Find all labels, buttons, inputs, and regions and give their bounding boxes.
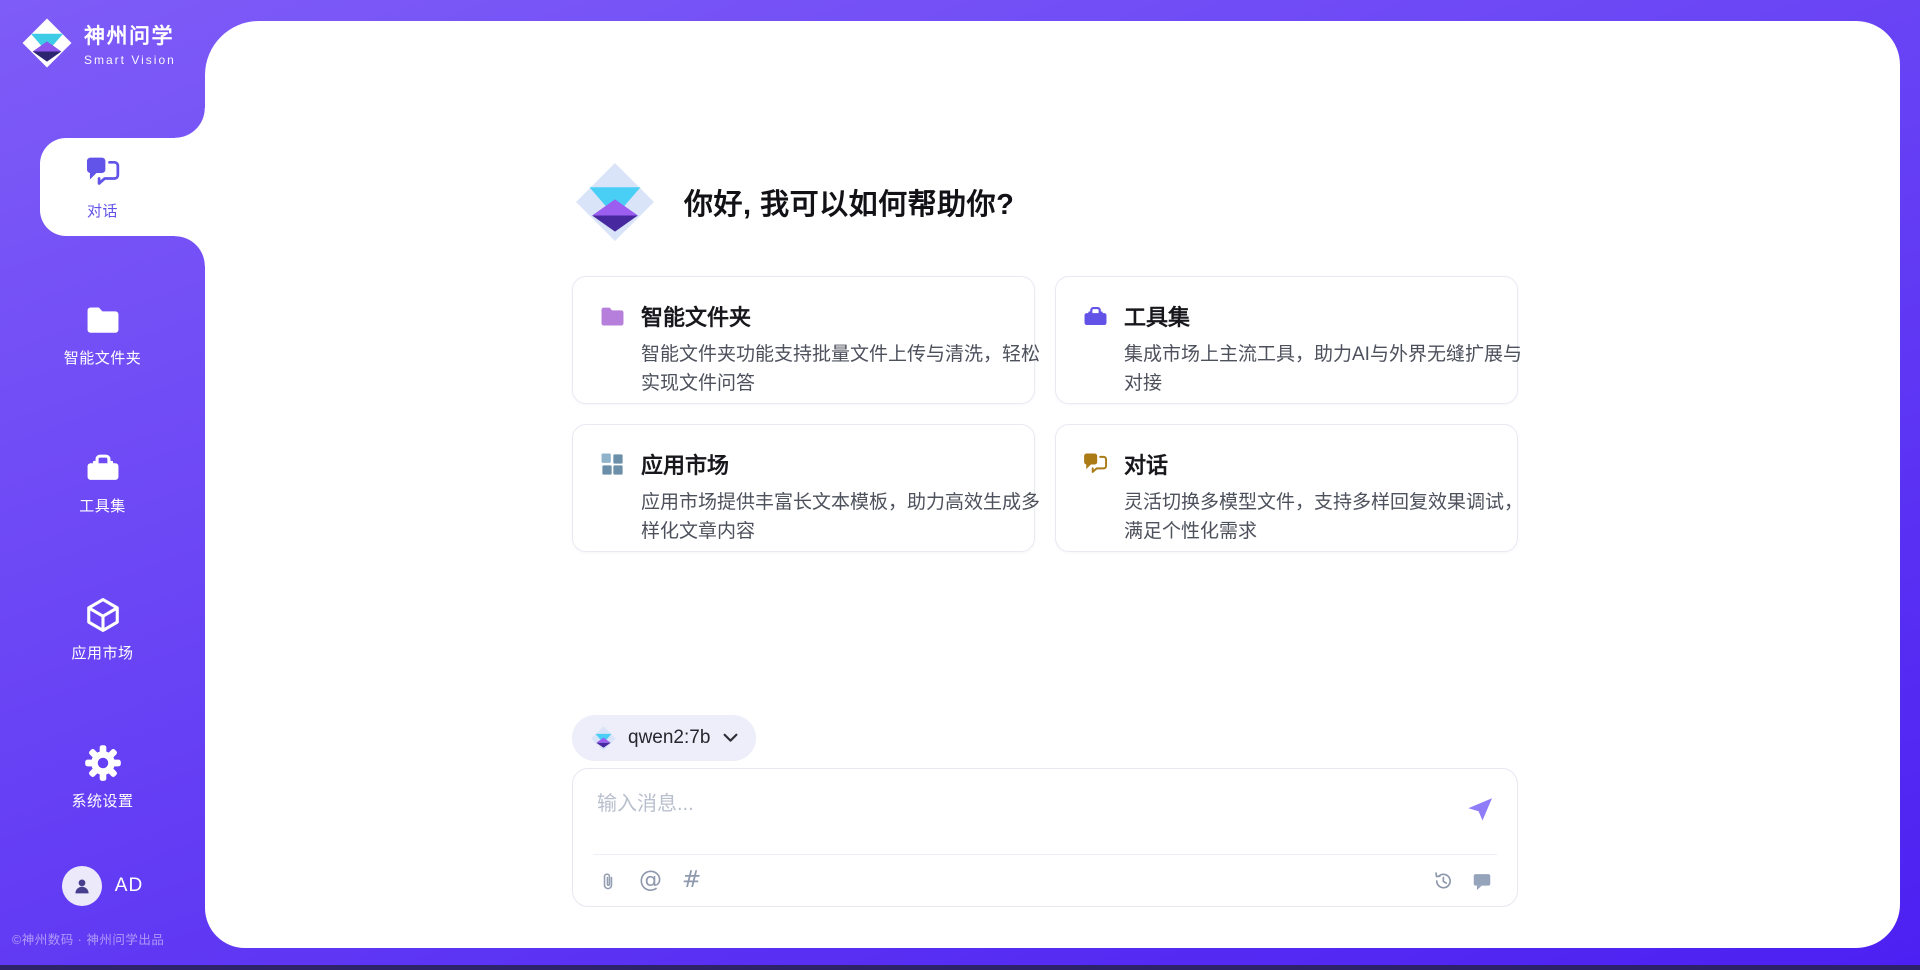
send-button[interactable] (1465, 794, 1495, 824)
blocks-icon (599, 451, 626, 478)
sidebar-item-label: 智能文件夹 (64, 347, 142, 368)
sidebar-item-label: 工具集 (79, 495, 126, 516)
send-icon (1465, 794, 1495, 824)
greeting: 你好, 我可以如何帮助你? (572, 159, 1014, 245)
user-profile[interactable]: AD (0, 866, 205, 906)
feedback-icon[interactable] (1471, 870, 1493, 892)
card-title: 智能文件夹 (641, 300, 751, 332)
mention-icon[interactable]: @ (639, 869, 662, 892)
sidebar-footer: ©神州数码 · 神州问学出品 (12, 929, 164, 948)
sidebar-item-label: 系统设置 (71, 790, 133, 811)
sidebar-item-chat[interactable]: 对话 (0, 141, 205, 233)
history-icon[interactable] (1432, 870, 1454, 892)
brand-diamond-icon (590, 725, 617, 752)
brand-diamond-icon (20, 16, 74, 70)
toolbox-icon (84, 449, 122, 487)
brand-logo: 神州问学 Smart Vision (20, 16, 176, 70)
main-panel: 你好, 我可以如何帮助你? 智能文件夹 智能文件夹功能支持批量文件上传与清洗，轻… (205, 21, 1900, 948)
card-title: 工具集 (1124, 300, 1190, 332)
sidebar-item-label: 对话 (87, 200, 118, 221)
avatar (62, 866, 102, 906)
card-app-market[interactable]: 应用市场 应用市场提供丰富长文本模板，助力高效生成多样化文章内容 (572, 424, 1035, 552)
composer-right-actions (1432, 870, 1493, 892)
brand-text: 神州问学 Smart Vision (84, 20, 176, 67)
card-title: 对话 (1124, 448, 1168, 480)
sidebar-item-label: 应用市场 (71, 642, 133, 663)
greeting-title: 你好, 我可以如何帮助你? (684, 181, 1014, 223)
model-selector[interactable]: qwen2:7b (572, 715, 756, 761)
card-title: 应用市场 (641, 448, 729, 480)
chat-icon (84, 154, 122, 192)
card-chat[interactable]: 对话 灵活切换多模型文件，支持多样回复效果调试，满足个性化需求 (1055, 424, 1518, 552)
folder-icon (84, 301, 122, 339)
message-composer: @ # (572, 768, 1518, 907)
card-description: 集成市场上主流工具，助力AI与外界无缝扩展与对接 (1124, 341, 1528, 398)
feature-cards: 智能文件夹 智能文件夹功能支持批量文件上传与清洗，轻松实现文件问答 工具集 集成… (572, 276, 1518, 552)
window-bottom-edge (0, 965, 1920, 970)
composer-toolbar: @ # (597, 855, 1493, 906)
composer-left-actions: @ # (597, 869, 701, 892)
person-icon (71, 875, 93, 897)
brand-subtitle: Smart Vision (84, 53, 176, 67)
brand-name: 神州问学 (84, 20, 176, 50)
hashtag-icon[interactable]: # (682, 869, 701, 892)
sidebar-item-folders[interactable]: 智能文件夹 (0, 288, 205, 380)
attachment-icon[interactable] (597, 870, 619, 892)
chat-icon (1082, 451, 1109, 478)
card-description: 智能文件夹功能支持批量文件上传与清洗，轻松实现文件问答 (641, 341, 1045, 398)
sidebar-item-tools[interactable]: 工具集 (0, 436, 205, 528)
app-root: 神州问学 Smart Vision 对话 智能文件夹 (0, 0, 1920, 970)
card-description: 灵活切换多模型文件，支持多样回复效果调试，满足个性化需求 (1124, 489, 1528, 546)
card-description: 应用市场提供丰富长文本模板，助力高效生成多样化文章内容 (641, 489, 1045, 546)
model-name: qwen2:7b (628, 727, 710, 749)
message-input[interactable] (597, 787, 1437, 845)
card-toolset[interactable]: 工具集 集成市场上主流工具，助力AI与外界无缝扩展与对接 (1055, 276, 1518, 404)
toolbox-icon (1082, 303, 1109, 330)
gear-icon (84, 744, 122, 782)
user-initials: AD (115, 875, 143, 897)
sidebar: 神州问学 Smart Vision 对话 智能文件夹 (0, 0, 205, 970)
cube-icon (84, 596, 122, 634)
card-smart-folder[interactable]: 智能文件夹 智能文件夹功能支持批量文件上传与清洗，轻松实现文件问答 (572, 276, 1035, 404)
folder-icon (599, 303, 626, 330)
sidebar-item-settings[interactable]: 系统设置 (0, 731, 205, 823)
sidebar-item-market[interactable]: 应用市场 (0, 583, 205, 675)
chevron-down-icon (723, 733, 738, 743)
brand-diamond-icon (572, 159, 658, 245)
